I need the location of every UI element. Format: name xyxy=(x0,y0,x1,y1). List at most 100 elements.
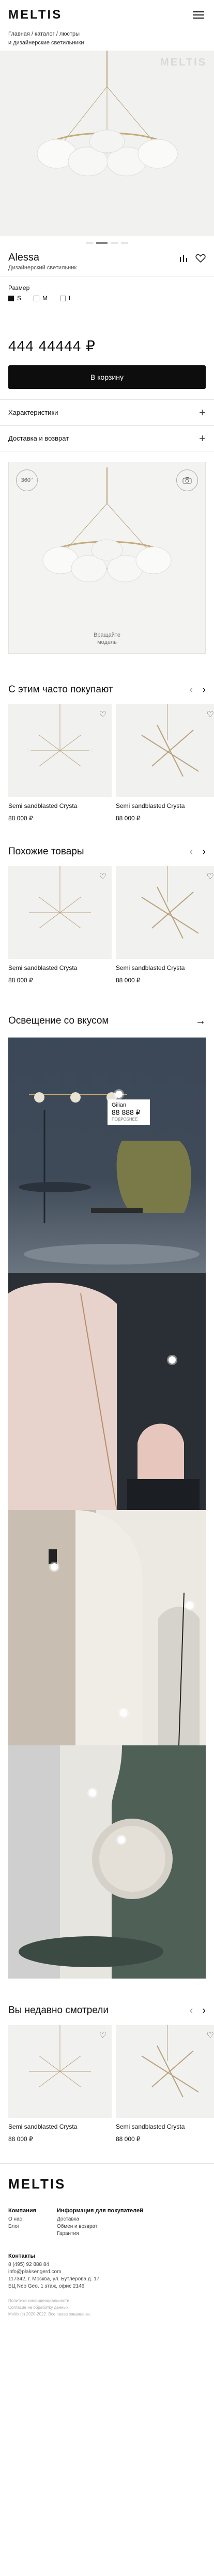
gallery-dot[interactable] xyxy=(86,242,93,244)
product-hotspot-card[interactable]: Gilian 88 888 ₽ ПОДРОБНЕЕ xyxy=(108,1099,150,1125)
product-card[interactable]: ♡ Semi sandblasted Crysta 88 000 ₽ xyxy=(116,2025,214,2143)
gallery-dot-active[interactable] xyxy=(96,242,108,244)
product-card-image[interactable]: ♡ xyxy=(116,704,214,797)
product-card[interactable]: ♡ Semi sandblasted Crysta 88 000 ₽ xyxy=(8,2025,112,2143)
size-option-label: S xyxy=(17,295,22,302)
heart-icon[interactable]: ♡ xyxy=(207,2030,214,2040)
accordion-specs[interactable]: Характеристики + xyxy=(0,400,214,426)
gallery-dot[interactable] xyxy=(121,242,128,244)
arrow-left-icon[interactable]: ‹ xyxy=(190,684,193,696)
footer-contacts: Контакты 8 (495) 92 888 84 info@plakseng… xyxy=(8,2253,206,2290)
gallery-dot[interactable] xyxy=(111,242,118,244)
footer-link[interactable]: Обмен и возврат xyxy=(57,2223,143,2230)
product-card-name[interactable]: Semi sandblasted Crysta xyxy=(8,964,112,971)
interior-photo[interactable] xyxy=(8,1273,206,1510)
logo[interactable]: MELTIS xyxy=(8,8,62,22)
plus-icon[interactable]: + xyxy=(199,406,206,419)
footer-phone[interactable]: 8 (495) 92 888 84 xyxy=(8,2261,206,2269)
product-actions xyxy=(179,252,206,265)
product-card-name[interactable]: Semi sandblasted Crysta xyxy=(116,802,214,809)
product-card[interactable]: ♡ Semi sandblasted Crysta 88 000 ₽ xyxy=(8,866,112,984)
arrow-left-icon[interactable]: ‹ xyxy=(190,2005,193,2017)
interior-photo[interactable] xyxy=(8,1510,206,1745)
product-card-name[interactable]: Semi sandblasted Crysta xyxy=(8,802,112,809)
breadcrumb[interactable]: Главная / каталог / люстры и дизайнерски… xyxy=(0,30,214,51)
hotspot-pin[interactable] xyxy=(89,1789,96,1796)
heart-icon[interactable]: ♡ xyxy=(207,871,214,882)
footer-link[interactable]: Гарантия xyxy=(57,2230,143,2238)
add-to-cart-button[interactable]: В корзину xyxy=(8,365,206,389)
footer-legal: Политика конфиденциальности Согласие на … xyxy=(8,2297,206,2318)
hotspot-more-link[interactable]: ПОДРОБНЕЕ xyxy=(112,1116,146,1123)
product-gallery[interactable]: MELTIS xyxy=(0,51,214,236)
hotspot-pin[interactable] xyxy=(115,1091,123,1098)
size-checkbox[interactable] xyxy=(60,295,66,301)
footer-link[interactable]: Доставка xyxy=(57,2216,143,2223)
compare-icon[interactable] xyxy=(179,254,188,265)
footer-link[interactable]: Блог xyxy=(8,2223,36,2230)
size-option-label: M xyxy=(42,295,48,302)
size-option-s[interactable]: S xyxy=(8,295,21,302)
size-checkbox[interactable] xyxy=(8,295,14,301)
footer-address: 117342, г. Москва, ул. Бутлерова д. 17 xyxy=(8,2276,100,2282)
footer-legal-link[interactable]: Согласие на обработку данных xyxy=(8,2304,206,2311)
product-card-name[interactable]: Semi sandblasted Crysta xyxy=(116,2123,214,2130)
product-card-image[interactable]: ♡ xyxy=(116,866,214,959)
hotspot-pin[interactable] xyxy=(118,1836,125,1843)
menu-icon[interactable] xyxy=(191,8,206,22)
product-card-price: 88 000 ₽ xyxy=(116,977,141,984)
accordion: Характеристики + Доставка и возврат + xyxy=(0,399,214,451)
product-card-image[interactable]: ♡ xyxy=(8,704,112,797)
arrow-right-icon[interactable]: › xyxy=(202,684,206,696)
product-card[interactable]: ♡ Semi sandblasted Crysta 88 000 ₽ xyxy=(116,704,214,822)
hotspot-pin[interactable] xyxy=(120,1709,127,1716)
footer-col-buyers: Информация для покупателей Доставка Обме… xyxy=(57,2208,143,2238)
footer-logo[interactable]: MELTIS xyxy=(8,2176,206,2192)
hotspot-pin[interactable] xyxy=(186,1602,193,1609)
product-card-price: 88 000 ₽ xyxy=(116,2135,141,2143)
arrow-right-icon[interactable]: › xyxy=(202,846,206,858)
plus-icon[interactable]: + xyxy=(199,432,206,445)
footer-legal-link[interactable]: Политика конфиденциальности xyxy=(8,2297,206,2304)
size-checkbox[interactable] xyxy=(34,295,40,301)
arrow-right-icon[interactable]: → xyxy=(195,1015,206,1027)
hotspot-pin[interactable] xyxy=(51,1563,58,1570)
heart-icon[interactable]: ♡ xyxy=(207,709,214,720)
product-card-name[interactable]: Semi sandblasted Crysta xyxy=(8,2123,112,2130)
section-header: Вы недавно смотрели ‹ › xyxy=(0,1996,214,2025)
footer-link[interactable]: О нас xyxy=(8,2216,36,2223)
site-footer: MELTIS Компания О нас Блог Информация дл… xyxy=(0,2163,214,2328)
section-title: С этим часто покупают xyxy=(8,684,113,695)
product-card[interactable]: ♡ Semi sandblasted Crysta 88 000 ₽ xyxy=(116,866,214,984)
heart-icon[interactable]: ♡ xyxy=(99,709,106,720)
carousel-arrows: ‹ › xyxy=(190,684,206,696)
product-card-image[interactable]: ♡ xyxy=(8,2025,112,2118)
favorite-icon[interactable] xyxy=(195,254,206,265)
section-header: Похожие товары ‹ › xyxy=(0,837,214,866)
hotspot-pin[interactable] xyxy=(169,1356,176,1364)
product-carousel: ♡ Semi sandblasted Crysta 88 000 ₽ ♡ Sem… xyxy=(0,704,214,822)
heart-icon[interactable]: ♡ xyxy=(99,2030,106,2040)
accordion-delivery[interactable]: Доставка и возврат + xyxy=(0,426,214,451)
model-viewer[interactable]: 360° Вращайте модель xyxy=(8,462,206,654)
size-options: S M L xyxy=(8,295,206,302)
page: MELTIS Главная / каталог / люстры и диза… xyxy=(0,0,214,2328)
product-card-name[interactable]: Semi sandblasted Crysta xyxy=(116,964,214,971)
arrow-right-icon[interactable]: › xyxy=(202,2005,206,2017)
product-card-image[interactable]: ♡ xyxy=(116,2025,214,2118)
interior-photo[interactable]: Gilian 88 888 ₽ ПОДРОБНЕЕ xyxy=(8,1038,206,1273)
section-title: Освещение со вкусом xyxy=(8,1015,109,1026)
size-label: Размер xyxy=(8,284,30,291)
product-title-row: Alessa Дизайнерский светильник xyxy=(0,250,214,277)
product-card[interactable]: ♡ Semi sandblasted Crysta 88 000 ₽ xyxy=(8,704,112,822)
carousel-arrows: ‹ › xyxy=(190,2005,206,2017)
product-card-image[interactable]: ♡ xyxy=(8,866,112,959)
footer-email[interactable]: info@plaksengerd.com xyxy=(8,2269,206,2276)
rotate-hint: Вращайте модель xyxy=(94,632,120,645)
arrow-left-icon[interactable]: ‹ xyxy=(190,846,193,858)
gallery-dots[interactable] xyxy=(0,236,214,250)
size-option-l[interactable]: L xyxy=(60,295,72,302)
size-option-m[interactable]: M xyxy=(34,295,48,302)
heart-icon[interactable]: ♡ xyxy=(99,871,106,882)
interior-photo[interactable] xyxy=(8,1745,206,1979)
